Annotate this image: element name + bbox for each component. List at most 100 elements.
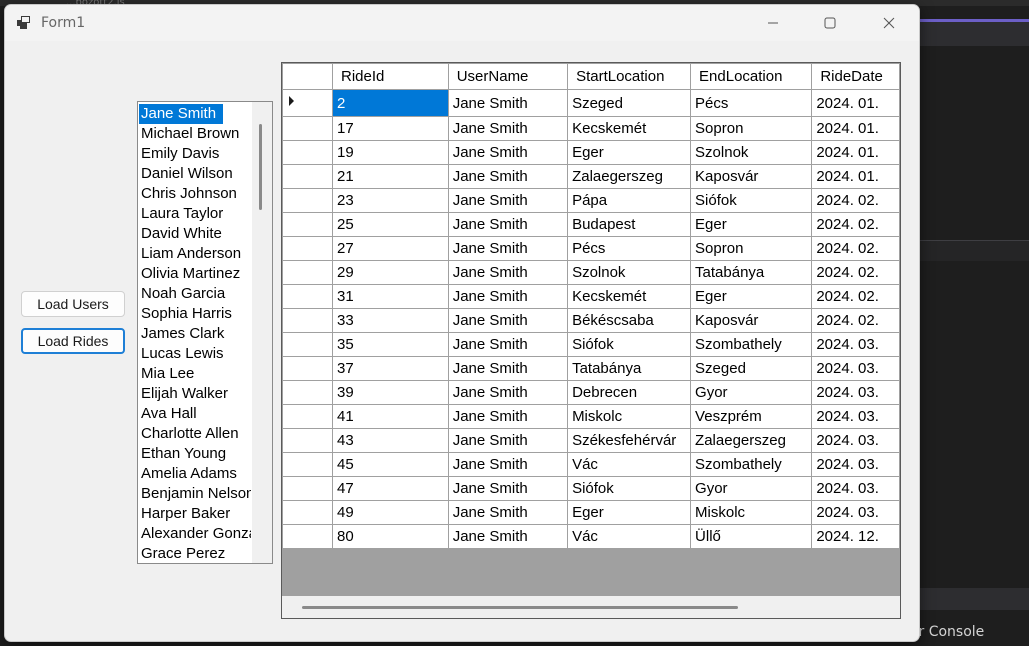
user-list-item[interactable]: Ava Hall: [139, 404, 251, 424]
users-listbox[interactable]: Jane Smith Michael Brown Emily Davis Daniel…: [137, 101, 273, 564]
table-cell[interactable]: 29: [332, 260, 449, 285]
user-list-item[interactable]: Liam Anderson: [139, 244, 251, 264]
user-list-item[interactable]: Alexander Gonzalez: [139, 524, 251, 544]
user-list-item[interactable]: Noah Garcia: [139, 284, 251, 304]
table-cell[interactable]: 2024. 03.: [811, 380, 900, 405]
table-cell[interactable]: Székesfehérvár: [567, 428, 692, 453]
table-cell[interactable]: Jane Smith: [447, 380, 569, 405]
row-header[interactable]: [282, 428, 333, 453]
table-cell[interactable]: Veszprém: [690, 404, 813, 429]
table-cell[interactable]: Siófok: [567, 476, 692, 501]
table-cell[interactable]: 2024. 02.: [811, 188, 900, 213]
table-cell[interactable]: Jane Smith: [447, 236, 569, 261]
table-cell[interactable]: Pápa: [567, 188, 692, 213]
table-cell[interactable]: 35: [332, 332, 449, 357]
table-cell[interactable]: Szeged: [690, 356, 813, 381]
column-header[interactable]: StartLocation: [567, 63, 692, 90]
table-row[interactable]: 27 Jane Smith Pécs Sopron 2024. 02.: [282, 236, 900, 261]
table-cell[interactable]: Jane Smith: [447, 452, 569, 477]
table-cell[interactable]: 45: [332, 452, 449, 477]
table-cell[interactable]: Üllő: [690, 524, 813, 549]
table-cell[interactable]: Jane Smith: [447, 116, 569, 141]
row-header[interactable]: [282, 452, 333, 477]
table-row[interactable]: 49 Jane Smith Eger Miskolc 2024. 03.: [282, 500, 900, 525]
user-list-item[interactable]: Grace Perez: [139, 544, 251, 563]
table-cell[interactable]: Sopron: [690, 116, 813, 141]
column-header[interactable]: RideId: [332, 63, 449, 90]
user-list-item[interactable]: Olivia Martinez: [139, 264, 251, 284]
maximize-button[interactable]: [807, 5, 853, 41]
row-header[interactable]: [282, 260, 333, 285]
table-cell[interactable]: Siófok: [690, 188, 813, 213]
close-button[interactable]: [866, 5, 912, 41]
load-users-button[interactable]: Load Users: [21, 291, 125, 317]
users-vertical-scrollbar[interactable]: [252, 102, 272, 563]
table-cell[interactable]: 47: [332, 476, 449, 501]
row-header[interactable]: [282, 89, 333, 117]
table-cell[interactable]: Jane Smith: [447, 476, 569, 501]
table-cell[interactable]: 2024. 03.: [811, 404, 900, 429]
table-cell[interactable]: Jane Smith: [447, 524, 569, 549]
table-row[interactable]: 80 Jane Smith Vác Üllő 2024. 12.: [282, 524, 900, 549]
table-row[interactable]: 47 Jane Smith Siófok Gyor 2024. 03.: [282, 476, 900, 501]
table-cell[interactable]: Szolnok: [567, 260, 692, 285]
table-cell[interactable]: 2024. 02.: [811, 212, 900, 237]
table-cell[interactable]: Zalaegerszeg: [567, 164, 692, 189]
table-cell[interactable]: Kaposvár: [690, 164, 813, 189]
table-cell[interactable]: 80: [332, 524, 449, 549]
table-cell[interactable]: 2024. 02.: [811, 236, 900, 261]
row-header[interactable]: [282, 404, 333, 429]
table-row[interactable]: 45 Jane Smith Vác Szombathely 2024. 03.: [282, 452, 900, 477]
table-row[interactable]: 33 Jane Smith Békéscsaba Kaposvár 2024. 02.: [282, 308, 900, 333]
table-cell[interactable]: 2024. 03.: [811, 476, 900, 501]
row-header[interactable]: [282, 524, 333, 549]
table-cell[interactable]: Gyor: [690, 380, 813, 405]
user-list-item[interactable]: James Clark: [139, 324, 251, 344]
user-list-item[interactable]: Laura Taylor: [139, 204, 251, 224]
table-cell[interactable]: Vác: [567, 452, 692, 477]
table-cell[interactable]: 2024. 03.: [811, 428, 900, 453]
row-header[interactable]: [282, 284, 333, 309]
table-row[interactable]: 31 Jane Smith Kecskemét Eger 2024. 02.: [282, 284, 900, 309]
table-cell[interactable]: Jane Smith: [447, 308, 569, 333]
table-cell[interactable]: 2024. 01.: [811, 89, 900, 117]
row-header[interactable]: [282, 500, 333, 525]
table-cell[interactable]: 2024. 01.: [811, 116, 900, 141]
table-cell[interactable]: Jane Smith: [447, 89, 569, 117]
row-header[interactable]: [282, 332, 333, 357]
user-list-item[interactable]: Ethan Young: [139, 444, 251, 464]
table-row[interactable]: 37 Jane Smith Tatabánya Szeged 2024. 03.: [282, 356, 900, 381]
table-row[interactable]: 23 Jane Smith Pápa Siófok 2024. 02.: [282, 188, 900, 213]
user-list-item[interactable]: Mia Lee: [139, 364, 251, 384]
table-cell[interactable]: 2024. 02.: [811, 308, 900, 333]
table-cell[interactable]: 27: [332, 236, 449, 261]
rides-scroll-thumb[interactable]: [302, 606, 738, 609]
table-cell[interactable]: Jane Smith: [447, 164, 569, 189]
table-row[interactable]: 29 Jane Smith Szolnok Tatabánya 2024. 02.: [282, 260, 900, 285]
table-cell[interactable]: Jane Smith: [447, 428, 569, 453]
user-list-item[interactable]: Chris Johnson: [139, 184, 251, 204]
table-cell[interactable]: Jane Smith: [447, 212, 569, 237]
user-list-item[interactable]: Daniel Wilson: [139, 164, 251, 184]
row-header[interactable]: [282, 140, 333, 165]
table-cell[interactable]: Szombathely: [690, 452, 813, 477]
user-list-item[interactable]: Elijah Walker: [139, 384, 251, 404]
table-row[interactable]: 39 Jane Smith Debrecen Gyor 2024. 03.: [282, 380, 900, 405]
table-cell[interactable]: Kecskemét: [567, 116, 692, 141]
table-cell[interactable]: Jane Smith: [447, 356, 569, 381]
table-cell[interactable]: 2024. 01.: [811, 140, 900, 165]
table-cell[interactable]: Jane Smith: [447, 284, 569, 309]
row-header[interactable]: [282, 356, 333, 381]
table-cell[interactable]: 19: [332, 140, 449, 165]
table-row[interactable]: 35 Jane Smith Siófok Szombathely 2024. 03.: [282, 332, 900, 357]
table-cell[interactable]: Siófok: [567, 332, 692, 357]
user-list-item[interactable]: Emily Davis: [139, 144, 251, 164]
table-row[interactable]: 19 Jane Smith Eger Szolnok 2024. 01.: [282, 140, 900, 165]
row-header[interactable]: [282, 116, 333, 141]
table-cell[interactable]: Miskolc: [567, 404, 692, 429]
user-list-item[interactable]: Lucas Lewis: [139, 344, 251, 364]
table-cell[interactable]: Szeged: [567, 89, 692, 117]
load-rides-button[interactable]: Load Rides: [21, 328, 125, 354]
table-row[interactable]: 41 Jane Smith Miskolc Veszprém 2024. 03.: [282, 404, 900, 429]
table-cell[interactable]: 2024. 02.: [811, 260, 900, 285]
